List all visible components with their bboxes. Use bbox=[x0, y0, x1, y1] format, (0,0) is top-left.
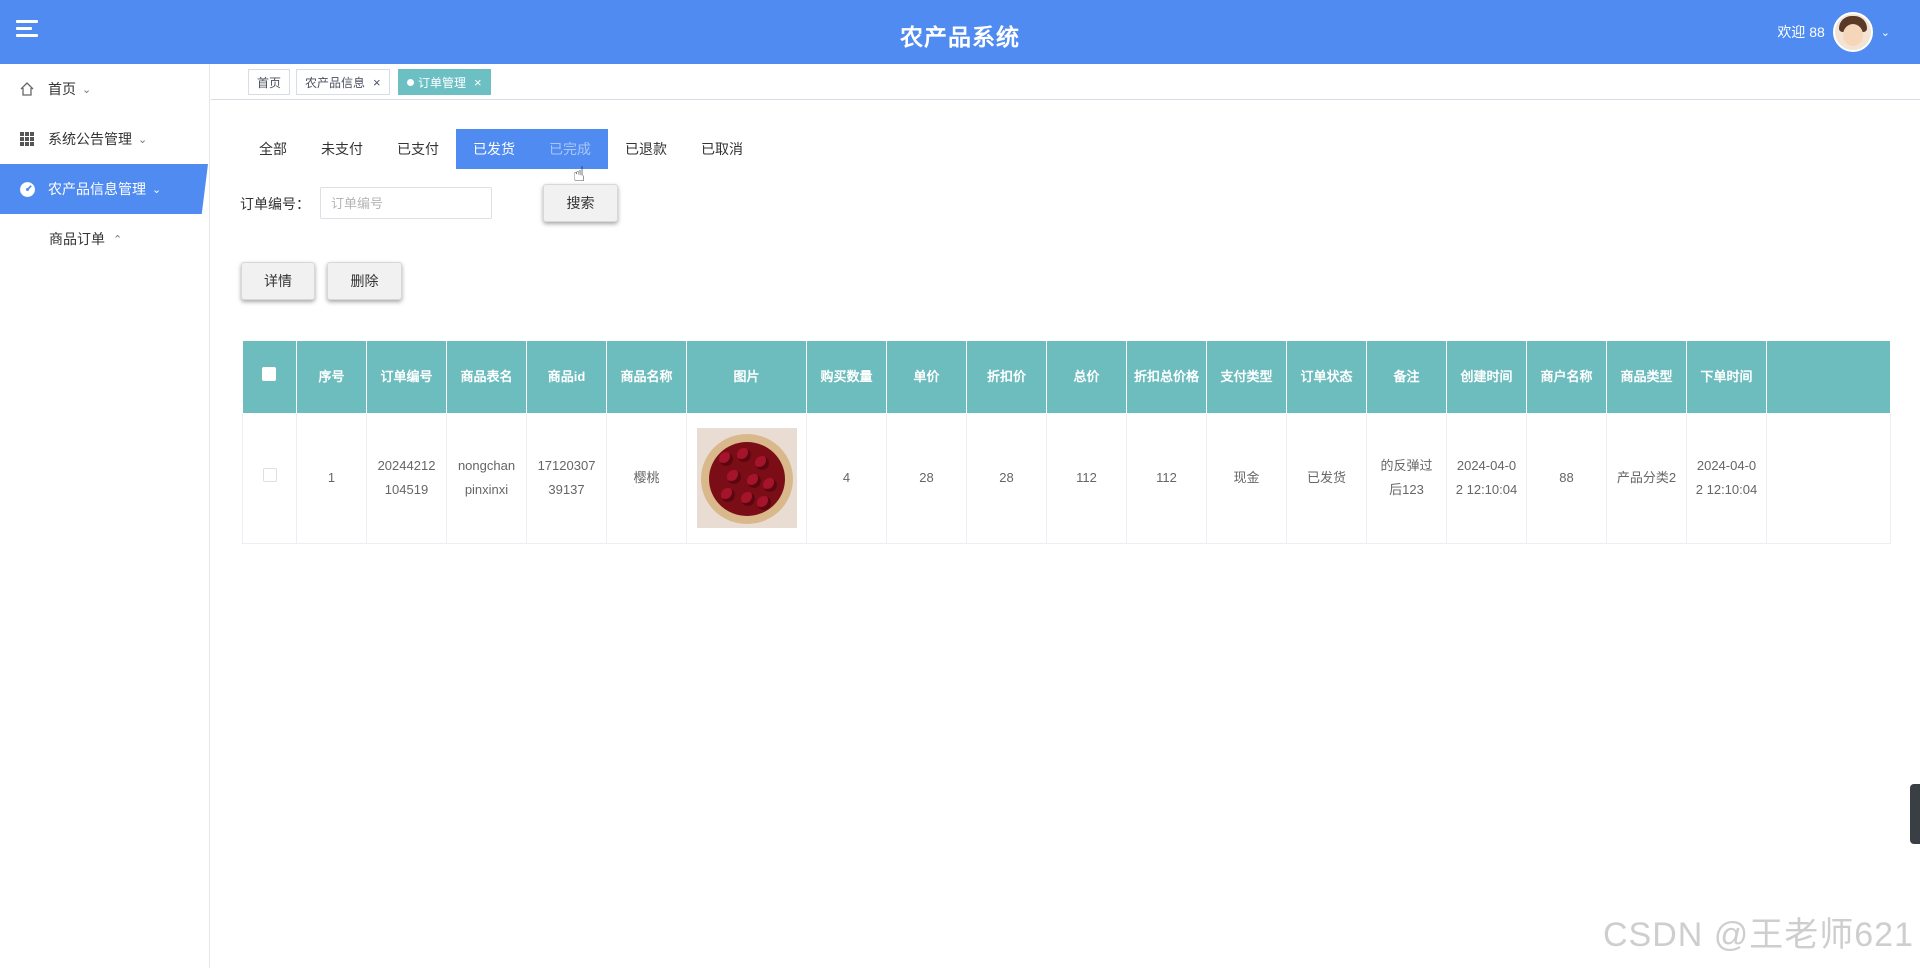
cell-empty bbox=[1766, 413, 1891, 544]
cell-payment-type: 现金 bbox=[1206, 413, 1287, 544]
column-header: 序号 bbox=[296, 341, 367, 413]
select-all-checkbox[interactable] bbox=[262, 367, 277, 381]
tab-paid[interactable]: 已支付 bbox=[380, 129, 456, 169]
close-icon[interactable]: × bbox=[474, 75, 482, 90]
cherry-product-image bbox=[696, 427, 797, 528]
tags-bar: 首页 农产品信息 × 订单管理 × bbox=[211, 64, 1920, 100]
tag-label: 农产品信息 bbox=[305, 75, 366, 90]
row-select-cell bbox=[242, 413, 297, 544]
cell-order-number: 20244212104519 bbox=[366, 413, 447, 544]
chevron-down-icon: ⌄ bbox=[152, 183, 162, 196]
sidebar: 首页 ⌄ 系统公告管理 ⌄ 农产品信息管理 ⌄ 商品订单 ⌃ bbox=[0, 64, 210, 968]
row-checkbox[interactable] bbox=[262, 467, 277, 482]
gauge-icon bbox=[18, 180, 36, 198]
order-status-tabs: 全部 未支付 已支付 已发货 已完成 已退款 已取消 bbox=[242, 129, 760, 169]
cell-merchant-name: 88 bbox=[1526, 413, 1607, 544]
cell-table-name: nongchanpinxinxi bbox=[446, 413, 527, 544]
home-icon bbox=[18, 80, 36, 98]
tab-completed[interactable]: 已完成 bbox=[532, 129, 608, 169]
column-header: 商品名称 bbox=[606, 341, 687, 413]
tag-order-management[interactable]: 订单管理 × bbox=[398, 69, 491, 95]
column-header: 下单时间 bbox=[1686, 341, 1767, 413]
chevron-up-icon: ⌃ bbox=[113, 233, 123, 246]
column-header: 订单状态 bbox=[1286, 341, 1367, 413]
watermark: CSDN @王老师621 bbox=[1602, 916, 1914, 954]
select-all-cell bbox=[242, 341, 297, 413]
close-icon[interactable]: × bbox=[373, 75, 381, 90]
cell-total-price: 112 bbox=[1046, 413, 1127, 544]
chevron-down-icon: ⌄ bbox=[82, 83, 92, 96]
column-header: 商品id bbox=[526, 341, 607, 413]
cell-unit-price: 28 bbox=[886, 413, 967, 544]
side-widget-handle[interactable] bbox=[1910, 784, 1920, 844]
sidebar-subitem-label: 商品订单 bbox=[49, 231, 105, 247]
cell-remark: 的反弹过后123 bbox=[1366, 413, 1447, 544]
column-header: 支付类型 bbox=[1206, 341, 1287, 413]
cell-index: 1 bbox=[296, 413, 367, 544]
sidebar-item-home[interactable]: 首页 ⌄ bbox=[0, 64, 209, 114]
detail-button[interactable]: 详情 bbox=[241, 262, 315, 300]
tab-cancelled[interactable]: 已取消 bbox=[684, 129, 760, 169]
tag-product-info[interactable]: 农产品信息 × bbox=[296, 69, 390, 95]
column-header: 商品类型 bbox=[1606, 341, 1687, 413]
table-header-row: 序号 订单编号 商品表名 商品id 商品名称 图片 购买数量 单价 折扣价 总价… bbox=[242, 341, 1891, 413]
cell-created-time: 2024-04-02 12:10:04 bbox=[1446, 413, 1527, 544]
column-header: 折扣价 bbox=[966, 341, 1047, 413]
cell-quantity: 4 bbox=[806, 413, 887, 544]
tab-unpaid[interactable]: 未支付 bbox=[304, 129, 380, 169]
chevron-down-icon: ⌄ bbox=[1880, 26, 1890, 39]
column-header: 创建时间 bbox=[1446, 341, 1527, 413]
grid-icon bbox=[18, 130, 36, 148]
column-header: 备注 bbox=[1366, 341, 1447, 413]
column-header: 折扣总价格 bbox=[1126, 341, 1207, 413]
sidebar-item-product-info[interactable]: 农产品信息管理 ⌄ bbox=[0, 164, 208, 214]
active-dot-icon bbox=[407, 78, 414, 86]
column-header: 总价 bbox=[1046, 341, 1127, 413]
column-header: 商品表名 bbox=[446, 341, 527, 413]
cell-discount-price: 28 bbox=[966, 413, 1047, 544]
sidebar-subitem-orders[interactable]: 商品订单 ⌃ bbox=[0, 214, 209, 264]
column-header-empty bbox=[1766, 341, 1891, 413]
sidebar-item-label: 农产品信息管理 bbox=[48, 181, 146, 197]
order-number-input[interactable] bbox=[320, 187, 492, 219]
cell-order-time: 2024-04-02 12:10:04 bbox=[1686, 413, 1767, 544]
column-header: 商户名称 bbox=[1526, 341, 1607, 413]
sidebar-item-label: 系统公告管理 bbox=[48, 131, 132, 147]
avatar[interactable] bbox=[1832, 12, 1873, 52]
orders-table: 序号 订单编号 商品表名 商品id 商品名称 图片 购买数量 单价 折扣价 总价… bbox=[242, 341, 1891, 544]
app-title: 农产品系统 bbox=[900, 24, 1020, 50]
tab-shipped[interactable]: 已发货 bbox=[456, 129, 532, 169]
column-header: 订单编号 bbox=[366, 341, 447, 413]
welcome-text: 欢迎 88 bbox=[1777, 24, 1825, 40]
tag-label: 订单管理 bbox=[418, 75, 467, 90]
cell-order-status: 已发货 bbox=[1286, 413, 1367, 544]
top-header: 农产品系统 欢迎 88 ⌄ bbox=[0, 0, 1920, 64]
tab-refunded[interactable]: 已退款 bbox=[608, 129, 684, 169]
cell-image bbox=[686, 413, 807, 544]
cell-product-type: 产品分类2 bbox=[1606, 413, 1687, 544]
chevron-down-icon: ⌄ bbox=[138, 133, 148, 146]
column-header: 图片 bbox=[686, 341, 807, 413]
sidebar-item-label: 首页 bbox=[48, 81, 76, 97]
menu-toggle-icon[interactable] bbox=[16, 20, 38, 40]
sidebar-item-announcements[interactable]: 系统公告管理 ⌄ bbox=[0, 114, 209, 164]
delete-button[interactable]: 删除 bbox=[327, 262, 402, 300]
cell-product-name: 樱桃 bbox=[606, 413, 687, 544]
user-menu[interactable]: 欢迎 88 ⌄ bbox=[1777, 10, 1890, 54]
cell-product-id: 1712030739137 bbox=[526, 413, 607, 544]
order-number-label: 订单编号： bbox=[240, 196, 310, 212]
cell-discount-total: 112 bbox=[1126, 413, 1207, 544]
tag-label: 首页 bbox=[257, 75, 282, 90]
tag-home[interactable]: 首页 bbox=[248, 69, 291, 95]
table-row[interactable]: 1 20244212104519 nongchanpinxinxi 171203… bbox=[242, 413, 1891, 544]
tab-all[interactable]: 全部 bbox=[242, 129, 304, 169]
column-header: 单价 bbox=[886, 341, 967, 413]
column-header: 购买数量 bbox=[806, 341, 887, 413]
search-button[interactable]: 搜索 bbox=[543, 184, 618, 222]
